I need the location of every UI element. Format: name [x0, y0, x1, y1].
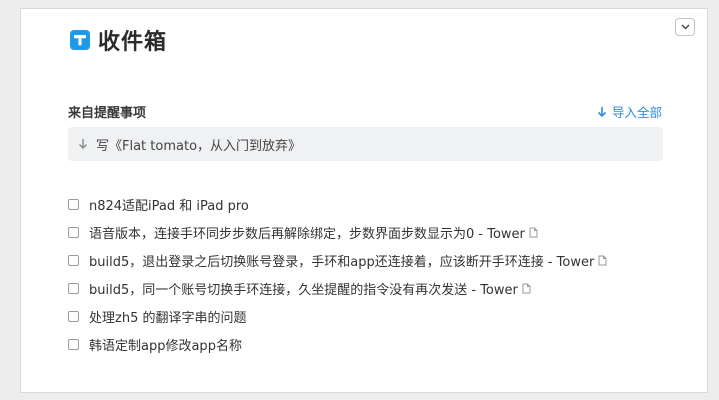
document-link-icon[interactable] — [529, 227, 538, 238]
import-all-label: 导入全部 — [611, 105, 662, 120]
tower-logo-icon — [70, 30, 90, 50]
todo-text[interactable]: n824适配iPad 和 iPad pro — [89, 195, 249, 214]
todo-checkbox[interactable] — [68, 198, 79, 210]
todo-item: n824适配iPad 和 iPad pro — [68, 190, 607, 218]
todo-checkbox[interactable] — [68, 254, 79, 266]
document-link-icon[interactable] — [522, 283, 531, 294]
chevron-down-icon — [681, 24, 690, 30]
page-title: 收件箱 — [98, 30, 168, 55]
import-all-button[interactable]: 导入全部 — [597, 102, 662, 121]
arrow-down-icon — [78, 138, 96, 150]
todo-checkbox[interactable] — [68, 282, 79, 294]
todo-item: 韩语定制app修改app名称 — [68, 330, 607, 358]
todo-checkbox[interactable] — [68, 310, 79, 322]
section-title: 来自提醒事项 — [68, 106, 147, 121]
inbox-panel: 收件箱 来自提醒事项 导入全部 写《Flat tomato，从入门到放弃》 n8… — [20, 8, 708, 393]
todo-item: 语音版本，连接手环同步步数后再解除绑定，步数界面步数显示为0 - Tower — [68, 218, 607, 246]
reminder-import-item[interactable]: 写《Flat tomato，从入门到放弃》 — [68, 127, 663, 161]
todo-item: build5，同一个账号切换手环连接，久坐提醒的指令没有再次发送 - Tower — [68, 274, 607, 302]
collapse-button[interactable] — [675, 18, 695, 36]
todo-text[interactable]: 处理zh5 的翻译字串的问题 — [89, 307, 246, 326]
todo-text[interactable]: 语音版本，连接手环同步步数后再解除绑定，步数界面步数显示为0 - Tower — [89, 223, 525, 242]
todo-text[interactable]: 韩语定制app修改app名称 — [89, 335, 242, 354]
reminders-section-header: 来自提醒事项 导入全部 — [68, 102, 662, 121]
todo-checkbox[interactable] — [68, 338, 79, 350]
todo-checkbox[interactable] — [68, 226, 79, 238]
page-header: 收件箱 — [70, 24, 167, 56]
todo-item: 处理zh5 的翻译字串的问题 — [68, 302, 607, 330]
todo-text[interactable]: build5，同一个账号切换手环连接，久坐提醒的指令没有再次发送 - Tower — [89, 279, 518, 298]
arrow-down-icon — [597, 106, 612, 118]
reminder-item-text: 写《Flat tomato，从入门到放弃》 — [96, 138, 302, 154]
todo-text[interactable]: build5，退出登录之后切换账号登录，手环和app还连接着，应该断开手环连接 … — [89, 251, 594, 270]
todo-list: n824适配iPad 和 iPad pro 语音版本，连接手环同步步数后再解除绑… — [68, 190, 607, 358]
todo-item: build5，退出登录之后切换账号登录，手环和app还连接着，应该断开手环连接 … — [68, 246, 607, 274]
document-link-icon[interactable] — [598, 255, 607, 266]
